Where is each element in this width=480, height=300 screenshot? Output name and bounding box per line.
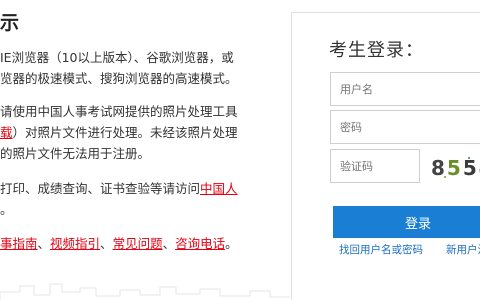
photo-notice-text: ）对照片文件进行处理。未经该照片处理 [12, 125, 238, 140]
help-links: 事指南、视频指引、常见问题、咨询电话。 [0, 233, 238, 254]
photo-notice-line-2: 载）对照片文件进行处理。未经该照片处理 [0, 122, 238, 143]
browser-notice: IE浏览器（10以上版本）、谷歌浏览器，或 览器的极速模式、搜狗浏览器的高速模式… [0, 47, 238, 89]
services-notice-line-2: 。 [0, 202, 13, 217]
separator: 、 [100, 236, 113, 251]
cpta-link[interactable]: 中国人 [200, 181, 238, 196]
browser-notice-line-1: IE浏览器（10以上版本）、谷歌浏览器，或 [0, 50, 234, 65]
photo-notice-line-1: 请使用中国人事考试网提供的照片处理工具 [0, 104, 238, 119]
hotline-link[interactable]: 咨询电话 [175, 236, 225, 251]
login-button[interactable]: 登录 [333, 206, 480, 238]
download-link[interactable]: 载 [0, 125, 13, 140]
password-input[interactable] [330, 110, 480, 144]
services-notice-line-1: 打印、成绩查询、证书查验等请访问中国人 [0, 178, 238, 199]
guide-link[interactable]: 事指南 [0, 236, 38, 251]
photo-notice: 请使用中国人事考试网提供的照片处理工具 载）对照片文件进行处理。未经该照片处理 … [0, 101, 238, 164]
photo-notice-line-3: 的照片文件无法用于注册。 [0, 146, 151, 161]
period: 。 [225, 236, 238, 251]
separator: 、 [162, 236, 176, 251]
captcha-input[interactable] [330, 149, 420, 183]
services-notice: 打印、成绩查询、证书查验等请访问中国人 。 [0, 178, 238, 220]
register-link[interactable]: 新用户注册 [446, 242, 480, 257]
browser-notice-line-2: 览器的极速模式、搜狗浏览器的高速模式。 [0, 71, 238, 86]
video-guide-link[interactable]: 视频指引 [50, 236, 100, 251]
login-panel: 考生登录： 8554 登录 找回用户名或密码 新用户注册 [291, 12, 480, 300]
notice-title: 示 [0, 12, 20, 34]
services-notice-text: 打印、成绩查询、证书查验等请访问 [0, 181, 201, 196]
svg-text:8554: 8554 [431, 156, 480, 180]
notice-panel: 示 IE浏览器（10以上版本）、谷歌浏览器，或 览器的极速模式、搜狗浏览器的高速… [0, 0, 290, 300]
separator: 、 [37, 236, 51, 251]
faq-link[interactable]: 常见问题 [113, 236, 163, 251]
username-input[interactable] [330, 72, 480, 106]
captcha-image[interactable]: 8554 [429, 149, 480, 183]
forgot-credentials-link[interactable]: 找回用户名或密码 [339, 242, 423, 257]
login-title: 考生登录： [329, 40, 424, 61]
